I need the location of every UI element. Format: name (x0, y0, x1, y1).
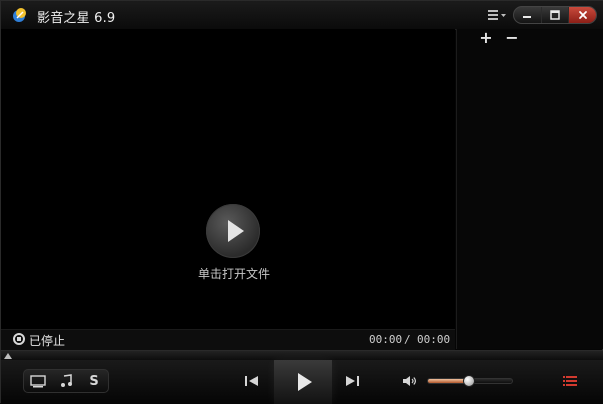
music-note-icon (61, 374, 72, 387)
open-file-play-button[interactable] (206, 204, 260, 258)
player-window: 影音之星 6.9 单击打开文件 + − 已停止 00:00 / 00:00 S (0, 0, 603, 404)
close-button[interactable] (569, 7, 596, 23)
menu-list-icon (488, 10, 506, 20)
playlist-add-button[interactable]: + (475, 27, 497, 47)
next-icon (346, 376, 359, 386)
playlist-panel[interactable]: + − (456, 27, 603, 349)
time-total: 00:00 (417, 333, 451, 346)
main-menu-button[interactable] (484, 8, 510, 22)
s-label: S (89, 373, 99, 389)
video-area[interactable]: 单击打开文件 (1, 29, 455, 329)
play-button[interactable] (274, 360, 332, 404)
close-icon (578, 11, 587, 19)
app-logo-icon (13, 8, 26, 22)
volume-thumb[interactable] (463, 375, 475, 387)
minus-icon: − (505, 27, 519, 47)
next-button[interactable] (341, 372, 363, 390)
previous-icon (245, 376, 258, 386)
mode-button-group: S (23, 369, 109, 393)
time-separator: / (404, 333, 411, 346)
screen-mode-button[interactable] (26, 372, 50, 390)
mute-button[interactable] (401, 372, 419, 390)
playlist-toggle-button[interactable] (561, 372, 579, 390)
title-bar[interactable]: 影音之星 6.9 (1, 1, 603, 30)
stop-status-icon (13, 333, 25, 345)
minimize-button[interactable] (514, 7, 542, 23)
screen-mode-icon (30, 375, 46, 388)
status-bar: 已停止 00:00 / 00:00 (1, 329, 455, 350)
volume-icon (403, 376, 416, 386)
minimize-icon (523, 16, 532, 18)
maximize-button[interactable] (542, 7, 570, 23)
plus-icon: + (479, 27, 493, 47)
seek-bar[interactable] (1, 350, 603, 360)
playlist-remove-button[interactable]: − (501, 27, 523, 47)
control-bar: S (1, 360, 603, 404)
music-mode-button[interactable] (54, 372, 78, 390)
previous-button[interactable] (241, 372, 263, 390)
seek-handle-icon[interactable] (4, 353, 12, 359)
playlist-toggle-icon (563, 376, 577, 386)
s-mode-button[interactable]: S (82, 372, 106, 390)
time-current: 00:00 (369, 333, 403, 346)
window-controls (513, 6, 597, 24)
play-icon (228, 220, 244, 242)
open-file-label: 单击打开文件 (197, 267, 270, 281)
app-title: 影音之星 6.9 (37, 11, 116, 26)
maximize-icon (550, 10, 560, 20)
volume-slider[interactable] (427, 375, 513, 387)
play-icon (298, 373, 312, 391)
status-text: 已停止 (29, 334, 66, 348)
